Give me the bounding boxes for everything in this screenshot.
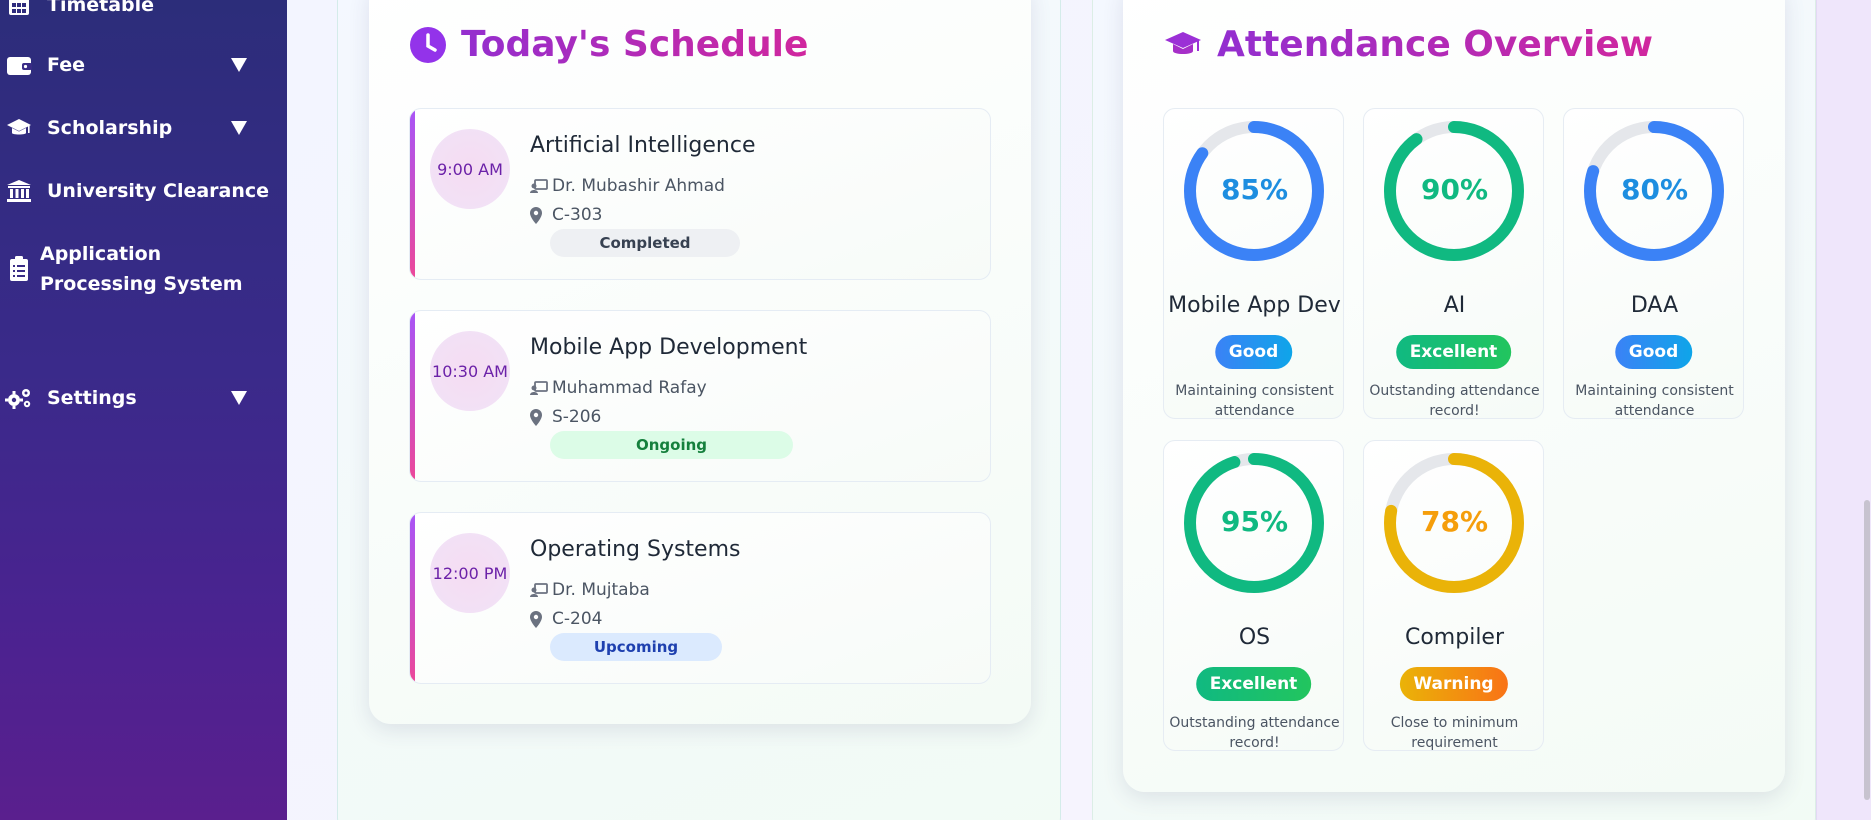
university-icon [0, 179, 38, 203]
attendance-percent: 90% [1420, 173, 1489, 206]
attendance-note: Outstanding attendance record! [1369, 383, 1540, 419]
sidebar-item-university-clearance[interactable]: University Clearance [0, 176, 287, 206]
subject-name: Compiler [1404, 625, 1505, 650]
sidebar-item-timetable[interactable]: Timetable [0, 0, 287, 20]
attendance-title: Attendance Overview [1163, 24, 1653, 65]
map-marker-icon [530, 610, 552, 628]
sidebar-item-label-line1: Application [40, 243, 162, 265]
room-code: S-206 [552, 407, 602, 427]
attendance-percent: 95% [1220, 505, 1289, 538]
attendance-status-badge: Excellent [1195, 667, 1312, 701]
teacher-name: Muhammad Rafay [552, 378, 707, 398]
sidebar: Timetable Fee Scholarship University Cle… [0, 0, 287, 820]
attendance-card: Attendance Overview 85% Mobile App Dev Goo… [1123, 0, 1785, 792]
status-badge: Ongoing [550, 431, 793, 459]
time-badge: 10:30 AM [430, 331, 510, 411]
schedule-item[interactable]: 10:30 AM Mobile App Development Muhammad R… [409, 310, 991, 482]
attendance-title-text: Attendance Overview [1217, 24, 1654, 65]
attendance-tile[interactable]: 90% AI Excellent Outstanding attendance rec… [1363, 108, 1544, 419]
sidebar-item-label: Fee [47, 54, 85, 76]
chalkboard-teacher-icon [530, 179, 552, 193]
subject-name: DAA [1630, 293, 1679, 318]
sidebar-item-fee[interactable]: Fee [0, 50, 287, 80]
attendance-percent: 85% [1220, 173, 1289, 206]
attendance-status-badge: Good [1614, 335, 1693, 369]
room-code: C-204 [552, 609, 603, 629]
sidebar-item-label: University Clearance [47, 180, 270, 202]
room-row: C-204 [530, 609, 602, 629]
sidebar-item-label: Timetable [47, 0, 155, 16]
subject-name: OS [1238, 625, 1271, 650]
clipboard-icon [0, 256, 38, 282]
sidebar-item-application-processing[interactable]: Application Processing System [0, 238, 287, 300]
attendance-tile[interactable]: 78% Compiler Warning Close to minimum requi… [1363, 440, 1544, 751]
chevron-down-icon[interactable] [231, 391, 247, 405]
time-badge: 9:00 AM [430, 129, 510, 209]
schedule-title: Today's Schedule [409, 24, 808, 65]
sidebar-item-settings[interactable]: Settings [0, 383, 287, 413]
sidebar-item-label-line2: Processing System [40, 273, 243, 295]
sidebar-item-label: Settings [47, 387, 137, 409]
attendance-status-badge: Warning [1399, 667, 1508, 701]
sidebar-item-label: Application Processing System [40, 239, 243, 299]
clock-icon [409, 26, 447, 64]
subject-name: AI [1443, 293, 1466, 318]
attendance-note: Maintaining consistent attendance [1175, 383, 1334, 419]
chalkboard-teacher-icon [530, 381, 552, 395]
table-icon [0, 0, 38, 16]
teacher-name: Dr. Mubashir Ahmad [552, 176, 725, 196]
chevron-down-icon[interactable] [231, 121, 247, 135]
map-marker-icon [530, 408, 552, 426]
teacher-row: Dr. Mujtaba [530, 580, 650, 600]
course-name: Operating Systems [530, 537, 741, 562]
right-panel-edge [1816, 0, 1871, 820]
attendance-percent: 78% [1420, 505, 1489, 538]
attendance-note: Close to minimum requirement [1390, 715, 1519, 751]
graduation-cap-icon [1163, 30, 1203, 60]
attendance-note: Maintaining consistent attendance [1575, 383, 1734, 419]
schedule-item[interactable]: 12:00 PM Operating Systems Dr. Mujtaba C-20… [409, 512, 991, 684]
map-marker-icon [530, 206, 552, 224]
chevron-down-icon[interactable] [231, 58, 247, 72]
status-badge: Completed [550, 229, 740, 257]
schedule-item[interactable]: 9:00 AM Artificial Intelligence Dr. Mubash… [409, 108, 991, 280]
gears-icon [0, 387, 38, 409]
room-row: C-303 [530, 205, 602, 225]
subject-name: Mobile App Dev [1168, 293, 1341, 318]
teacher-name: Dr. Mujtaba [552, 580, 650, 600]
scrollbar[interactable] [1864, 500, 1870, 800]
room-row: S-206 [530, 407, 601, 427]
time-badge: 12:00 PM [430, 533, 510, 613]
teacher-row: Dr. Mubashir Ahmad [530, 176, 725, 196]
graduation-cap-icon [0, 118, 38, 138]
course-name: Artificial Intelligence [530, 133, 756, 158]
attendance-tile[interactable]: 80% DAA Good Maintaining consistent attenda… [1563, 108, 1744, 419]
wallet-icon [0, 54, 38, 76]
sidebar-item-label: Scholarship [47, 117, 173, 139]
attendance-status-badge: Excellent [1395, 335, 1512, 369]
attendance-note: Outstanding attendance record! [1169, 715, 1340, 751]
status-badge: Upcoming [550, 633, 722, 661]
attendance-percent: 80% [1620, 173, 1689, 206]
teacher-row: Muhammad Rafay [530, 378, 707, 398]
schedule-title-text: Today's Schedule [461, 24, 809, 65]
attendance-status-badge: Good [1214, 335, 1293, 369]
room-code: C-303 [552, 205, 603, 225]
schedule-card: Today's Schedule 9:00 AM Artificial Intel… [369, 0, 1031, 724]
attendance-tile[interactable]: 85% Mobile App Dev Good Maintaining consist… [1163, 108, 1344, 419]
attendance-tile[interactable]: 95% OS Excellent Outstanding attendance rec… [1163, 440, 1344, 751]
course-name: Mobile App Development [530, 335, 808, 360]
chalkboard-teacher-icon [530, 583, 552, 597]
sidebar-item-scholarship[interactable]: Scholarship [0, 113, 287, 143]
